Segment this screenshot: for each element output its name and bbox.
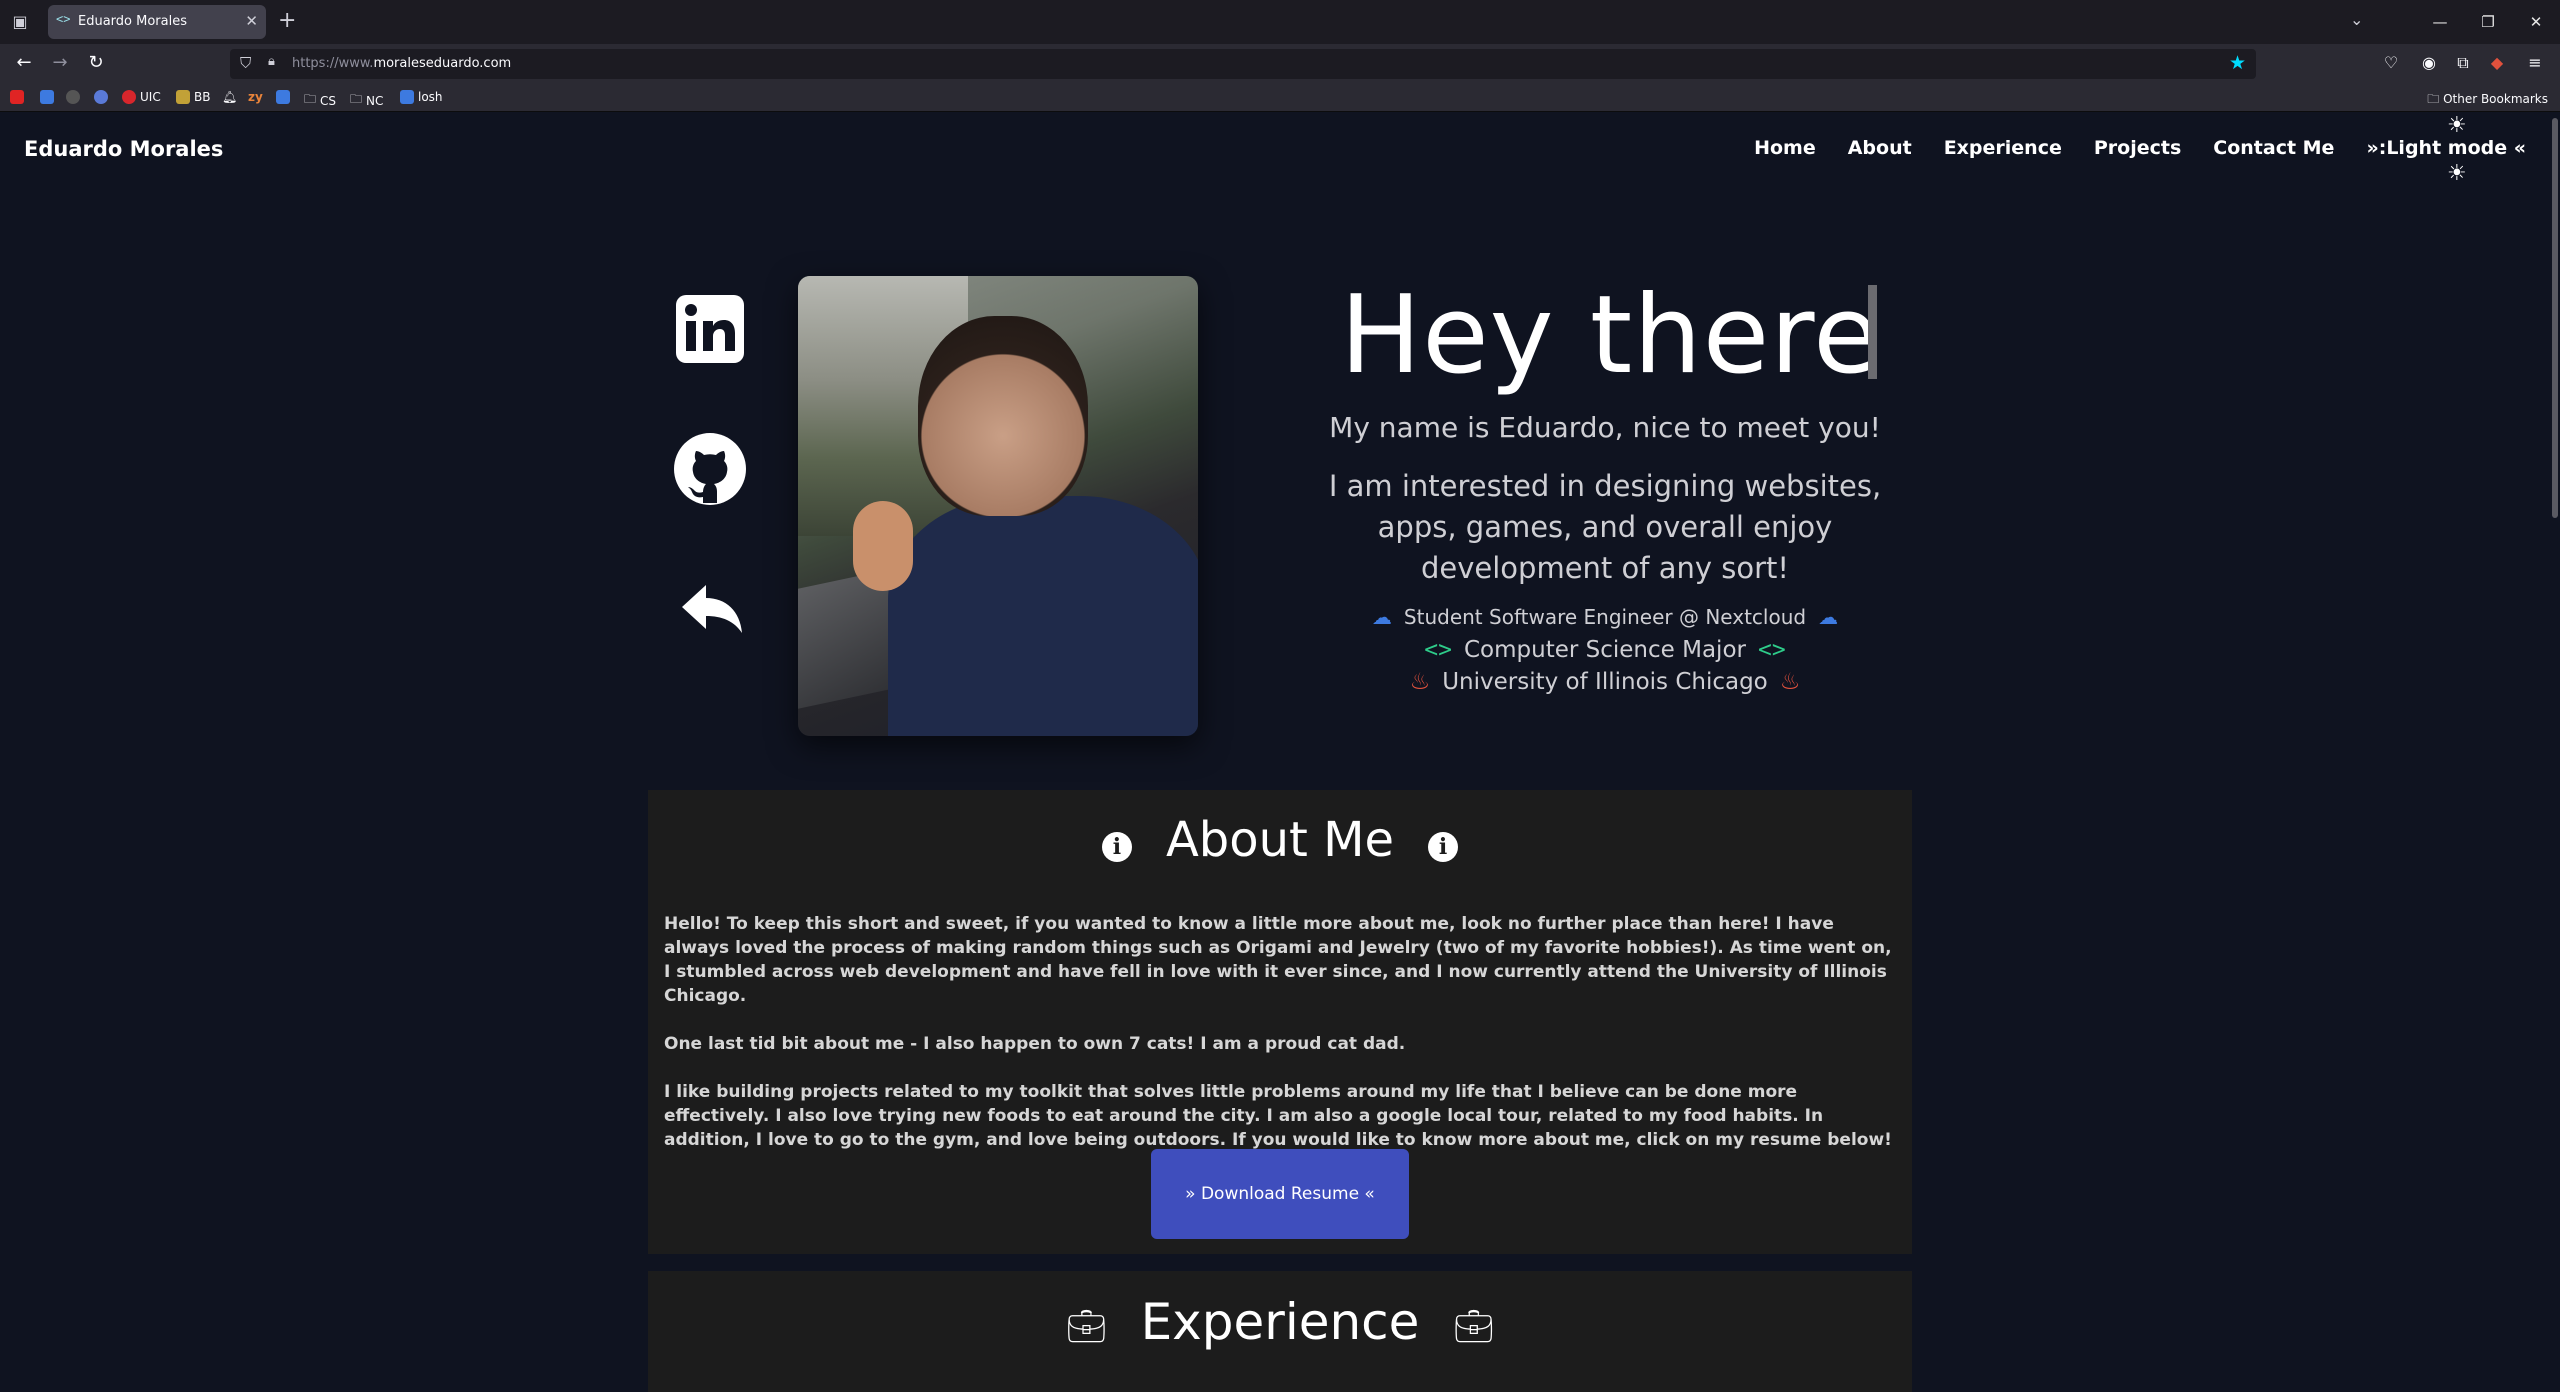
- website: Eduardo Morales ☀ Home About Experience …: [0, 113, 2560, 1392]
- folder-icon: 🗀: [350, 92, 363, 106]
- bookmark-folder-nc[interactable]: 🗀 NC: [350, 90, 383, 111]
- forward-icon[interactable]: →: [48, 52, 72, 73]
- window-controls: — ❐ ✕: [2416, 0, 2560, 44]
- tab-favicon-icon: <>: [56, 12, 71, 26]
- github-icon[interactable]: [672, 431, 748, 507]
- fire-icon: ♨: [1779, 669, 1801, 695]
- light-mode-toggle[interactable]: »:Light mode «: [2366, 137, 2526, 159]
- nav-projects[interactable]: Projects: [2094, 137, 2181, 159]
- linkedin-icon[interactable]: [672, 291, 748, 367]
- tab-list-icon[interactable]: ▣: [8, 10, 32, 34]
- profile-photo: [798, 276, 1198, 736]
- bookmark-bell-icon[interactable]: 🔔︎: [222, 90, 237, 104]
- scrollbar-thumb[interactable]: [2552, 118, 2558, 518]
- url-bar[interactable]: ⛉ 🔒︎ https://www.moraleseduardo.com ★: [230, 49, 2256, 79]
- code-icon: <>: [1424, 637, 1452, 663]
- lock-icon[interactable]: 🔒︎: [268, 54, 275, 69]
- folder-icon: 🗀: [304, 92, 317, 106]
- hero-interest: I am interested in designing websites, a…: [1328, 469, 1882, 585]
- bookmark-uic[interactable]: UIC: [122, 90, 161, 104]
- about-text: Hello! To keep this short and sweet, if …: [664, 912, 1898, 1176]
- bookmark-puzzle-icon[interactable]: [276, 90, 290, 104]
- sun-icon: ☀: [2447, 113, 2467, 138]
- bookmarks-bar: UIC BB 🔔︎ zy 🗀 CS 🗀 NC losh 🗀 Other Bookma…: [0, 84, 2560, 112]
- pocket-icon[interactable]: ♡: [2380, 53, 2402, 72]
- bookmark-zy[interactable]: zy: [248, 90, 263, 104]
- about-title: i About Me i: [648, 812, 1912, 868]
- info-icon: i: [1101, 832, 1132, 862]
- info-icon: i: [1428, 832, 1459, 862]
- site-brand[interactable]: Eduardo Morales: [24, 137, 223, 161]
- bookmark-youtube-icon[interactable]: [10, 90, 24, 104]
- bookmark-github-icon[interactable]: [66, 90, 80, 104]
- account-icon[interactable]: ◉: [2418, 53, 2440, 72]
- bookmark-star-icon[interactable]: ★: [2229, 52, 2246, 74]
- bookmark-wifi-icon[interactable]: [94, 90, 108, 104]
- hero-school-line: ♨ University of Illinois Chicago ♨: [1409, 669, 1801, 695]
- sun-icon: ☀: [2447, 161, 2467, 186]
- nav-contact[interactable]: Contact Me: [2213, 137, 2334, 159]
- other-bookmarks[interactable]: 🗀 Other Bookmarks: [2427, 90, 2548, 111]
- about-paragraph: One last tid bit about me - I also happe…: [664, 1034, 1406, 1054]
- bookmark-folder-cs[interactable]: 🗀 CS: [304, 90, 336, 111]
- browser-toolbar: ← → ↻ ⛉ 🔒︎ https://www.moraleseduardo.co…: [0, 44, 2560, 84]
- hero-intro: My name is Eduardo, nice to meet you!: [1329, 411, 1881, 444]
- hero-role-line: ☁ Student Software Engineer @ Nextcloud ☁: [1371, 605, 1839, 629]
- menu-icon[interactable]: ≡: [2524, 53, 2546, 72]
- typing-cursor: [1868, 285, 1877, 379]
- close-window-icon[interactable]: ✕: [2512, 0, 2560, 44]
- bookmark-mail-icon[interactable]: [40, 90, 54, 104]
- nav-about[interactable]: About: [1848, 137, 1912, 159]
- tab-title: Eduardo Morales: [78, 14, 187, 29]
- bookmark-bb[interactable]: BB: [176, 90, 210, 104]
- shield-icon[interactable]: ⛉: [240, 54, 251, 72]
- briefcase-icon: 💼︎: [1065, 1306, 1107, 1345]
- cloud-icon: ☁: [1371, 605, 1392, 629]
- hero-major-line: <> Computer Science Major <>: [1424, 637, 1786, 663]
- hero-title: Hey there: [1340, 273, 1881, 398]
- experience-title: 💼︎ Experience 💼︎: [1065, 1293, 1495, 1351]
- page-scrollbar[interactable]: [2550, 113, 2560, 1392]
- browser-tab[interactable]: <> Eduardo Morales ✕: [48, 5, 266, 39]
- back-reply-icon[interactable]: [672, 571, 748, 647]
- about-paragraph: I like building projects related to my t…: [664, 1082, 1892, 1150]
- about-paragraph: Hello! To keep this short and sweet, if …: [664, 914, 1892, 1006]
- nav-experience[interactable]: Experience: [1944, 137, 2062, 159]
- nav-home[interactable]: Home: [1754, 137, 1816, 159]
- reload-icon[interactable]: ↻: [84, 52, 108, 73]
- bookmark-losh[interactable]: losh: [400, 90, 443, 104]
- url-text[interactable]: https://www.moraleseduardo.com: [292, 56, 511, 71]
- folder-icon: 🗀: [2427, 92, 2444, 106]
- addon-icon[interactable]: ◆: [2486, 53, 2508, 72]
- new-tab-icon[interactable]: +: [278, 8, 296, 33]
- browser-tab-bar: ▣ <> Eduardo Morales ✕ + ⌄ — ❐ ✕: [0, 0, 2560, 44]
- tab-close-icon[interactable]: ✕: [245, 12, 258, 30]
- extensions-icon[interactable]: ⧉: [2452, 53, 2474, 73]
- back-icon[interactable]: ←: [12, 52, 36, 73]
- experience-card: 💼︎ Experience 💼︎: [648, 1271, 1912, 1392]
- cloud-icon: ☁: [1818, 605, 1839, 629]
- about-card: i About Me i Hello! To keep this short and…: [648, 790, 1912, 1254]
- briefcase-icon: 💼︎: [1453, 1306, 1495, 1345]
- site-nav: Home About Experience Projects Contact M…: [1754, 137, 2526, 159]
- chevron-down-icon[interactable]: ⌄: [2350, 10, 2363, 29]
- code-icon: <>: [1757, 637, 1786, 663]
- minimize-icon[interactable]: —: [2416, 0, 2464, 44]
- restore-icon[interactable]: ❐: [2464, 0, 2512, 44]
- download-resume-button[interactable]: » Download Resume «: [1151, 1149, 1409, 1239]
- fire-icon: ♨: [1409, 669, 1431, 695]
